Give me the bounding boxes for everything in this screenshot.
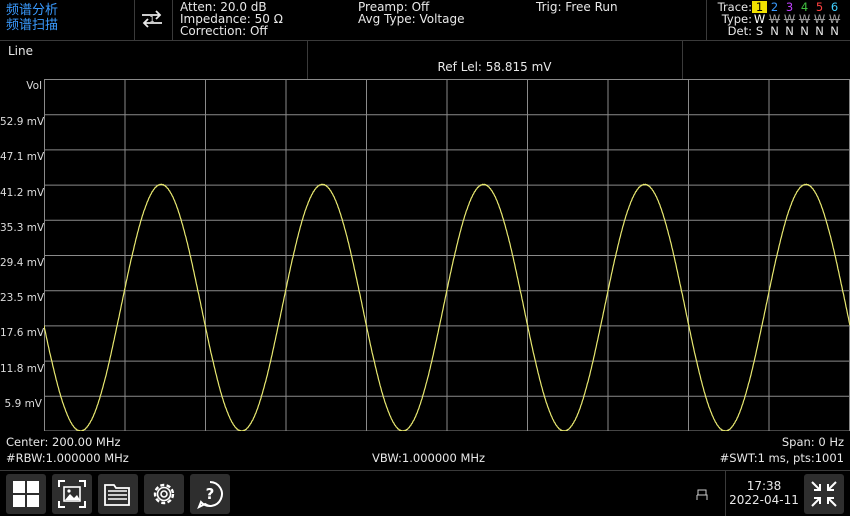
usb-status xyxy=(696,486,708,505)
mode-secondary-label: 频谱扫描 xyxy=(6,18,59,33)
folder-icon xyxy=(104,484,130,506)
svg-text:1: 1 xyxy=(149,15,154,24)
y-tick-label: 35.3 mV xyxy=(0,221,45,234)
y-tick-label: 17.6 mV xyxy=(0,327,45,340)
span-readout[interactable]: Span: 0 Hz xyxy=(782,435,844,449)
fullscreen-toggle-button[interactable] xyxy=(804,474,844,514)
help-button[interactable]: ? xyxy=(190,474,230,514)
y-tick-label: 52.9 mV xyxy=(0,116,45,129)
graticule xyxy=(44,79,850,431)
clock-time: 17:38 xyxy=(746,479,782,493)
trace-6-detector: N xyxy=(830,24,839,38)
correction-readout[interactable]: Correction: Off xyxy=(180,25,268,37)
trace-2-detector: N xyxy=(770,24,779,38)
y-tick-label: 41.2 mV xyxy=(0,186,45,199)
clock-date: 2022-04-11 xyxy=(729,493,799,507)
y-tick-label: 29.4 mV xyxy=(0,257,45,269)
mode-selector[interactable]: 频谱分析 频谱扫描 xyxy=(6,3,58,33)
file-manager-button[interactable] xyxy=(98,474,138,514)
continuous-sweep-icon: 1 xyxy=(142,10,162,28)
settings-icon xyxy=(153,483,175,505)
sweep-time-readout[interactable]: #SWT:1 ms, pts:1001 xyxy=(720,451,844,465)
rbw-readout[interactable]: #RBW:1.000000 MHz xyxy=(6,451,129,465)
det-label: Det: xyxy=(727,24,752,38)
ref-level-readout[interactable]: Ref Lel: 58.815 mV xyxy=(307,60,682,74)
settings-button[interactable] xyxy=(144,474,184,514)
y-tick-label: 47.1 mV xyxy=(0,151,45,164)
svg-text:?: ? xyxy=(206,485,215,503)
apps-icon xyxy=(13,481,39,507)
y-tick-label: 11.8 mV xyxy=(0,362,45,375)
trace-4-detector: N xyxy=(800,24,809,38)
trace-1-detector: S xyxy=(755,24,764,38)
y-tick-label: 23.5 mV xyxy=(0,292,45,305)
center-frequency[interactable]: Center: 200.00 MHz xyxy=(6,435,121,449)
window-title: Line xyxy=(8,44,34,58)
trigger-readout[interactable]: Trig: Free Run xyxy=(536,1,618,13)
trace-3-detector: N xyxy=(785,24,794,38)
y-axis-unit: Vol xyxy=(26,80,42,92)
vbw-readout[interactable]: VBW:1.000000 MHz xyxy=(372,451,485,465)
trace-5-detector: N xyxy=(815,24,824,38)
apps-button[interactable] xyxy=(6,474,46,514)
avg-type-readout[interactable]: Avg Type: Voltage xyxy=(358,13,464,25)
screenshot-button[interactable] xyxy=(52,474,92,514)
y-tick-label: 5.9 mV xyxy=(4,397,42,410)
collapse-icon xyxy=(811,481,837,507)
usb-icon xyxy=(696,489,708,500)
screenshot-icon xyxy=(58,480,86,508)
sweep-mode-button[interactable]: 1 xyxy=(138,6,166,32)
help-icon: ? xyxy=(197,481,223,509)
status-bar: 频谱分析 频谱扫描 1 Atten: 20.0 dB Impedance: 50… xyxy=(0,0,850,40)
spectrum-plot[interactable] xyxy=(44,79,850,431)
mode-primary-label: 频谱分析 xyxy=(6,3,59,18)
